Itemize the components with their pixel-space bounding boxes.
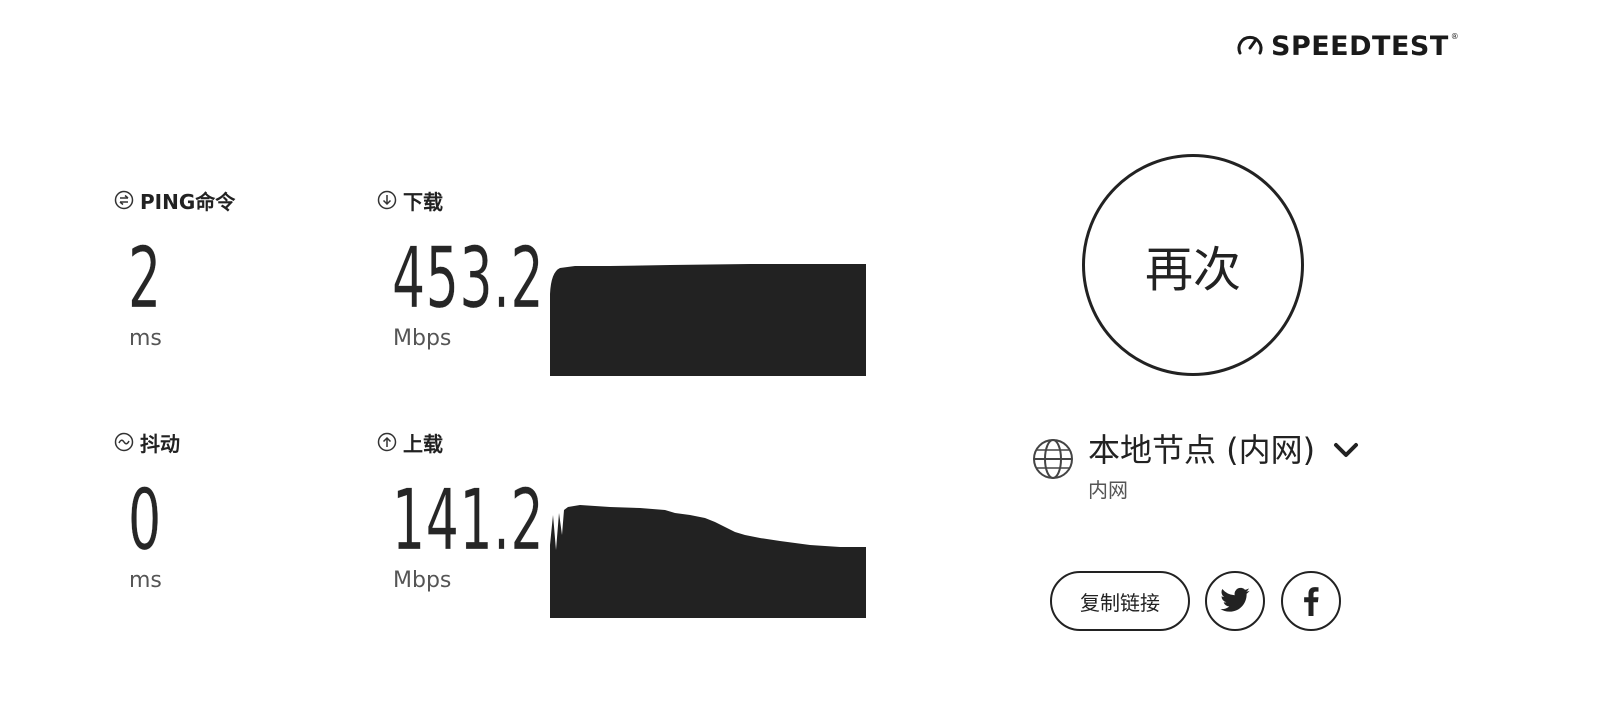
upload-graph xyxy=(550,505,866,618)
ping-unit: ms xyxy=(129,326,162,351)
upload-label: 上载 xyxy=(403,431,443,456)
ping-label: PING命令 xyxy=(140,189,236,214)
ping-header: PING命令 xyxy=(114,188,236,214)
facebook-icon xyxy=(1304,587,1319,616)
facebook-share-button[interactable] xyxy=(1281,571,1341,631)
upload-unit: Mbps xyxy=(393,568,452,593)
restart-test-button[interactable]: 再次 xyxy=(1082,154,1304,376)
server-isp: 内网 xyxy=(1088,478,1128,502)
jitter-unit: ms xyxy=(129,568,162,593)
server-name: 本地节点 (内网) xyxy=(1088,431,1316,469)
brand-name: SPEEDTEST xyxy=(1271,30,1449,62)
download-graph xyxy=(550,264,866,376)
upload-header: 上载 xyxy=(377,430,443,456)
server-selector[interactable]: 本地节点 (内网) 内网 xyxy=(1032,430,1359,503)
upload-value: 141.2 xyxy=(392,471,545,569)
download-unit: Mbps xyxy=(393,326,452,351)
jitter-value: 0 xyxy=(128,471,162,569)
jitter-label: 抖动 xyxy=(140,431,180,456)
speedometer-icon xyxy=(1237,35,1263,55)
ping-icon xyxy=(114,190,134,210)
chevron-down-icon[interactable] xyxy=(1333,441,1359,459)
jitter-icon xyxy=(114,432,134,452)
upload-arrow-icon xyxy=(377,432,397,452)
download-arrow-icon xyxy=(377,190,397,210)
twitter-icon xyxy=(1220,587,1250,612)
ping-value: 2 xyxy=(128,229,162,327)
copy-link-button[interactable]: 复制链接 xyxy=(1050,571,1190,631)
jitter-header: 抖动 xyxy=(114,430,180,456)
download-label: 下载 xyxy=(403,189,443,214)
globe-icon xyxy=(1033,439,1073,479)
twitter-share-button[interactable] xyxy=(1205,571,1265,631)
speedtest-logo[interactable]: SPEEDTEST ® xyxy=(1235,30,1459,62)
download-header: 下载 xyxy=(377,188,443,214)
download-value: 453.2 xyxy=(392,229,545,327)
brand-trademark: ® xyxy=(1450,32,1459,41)
